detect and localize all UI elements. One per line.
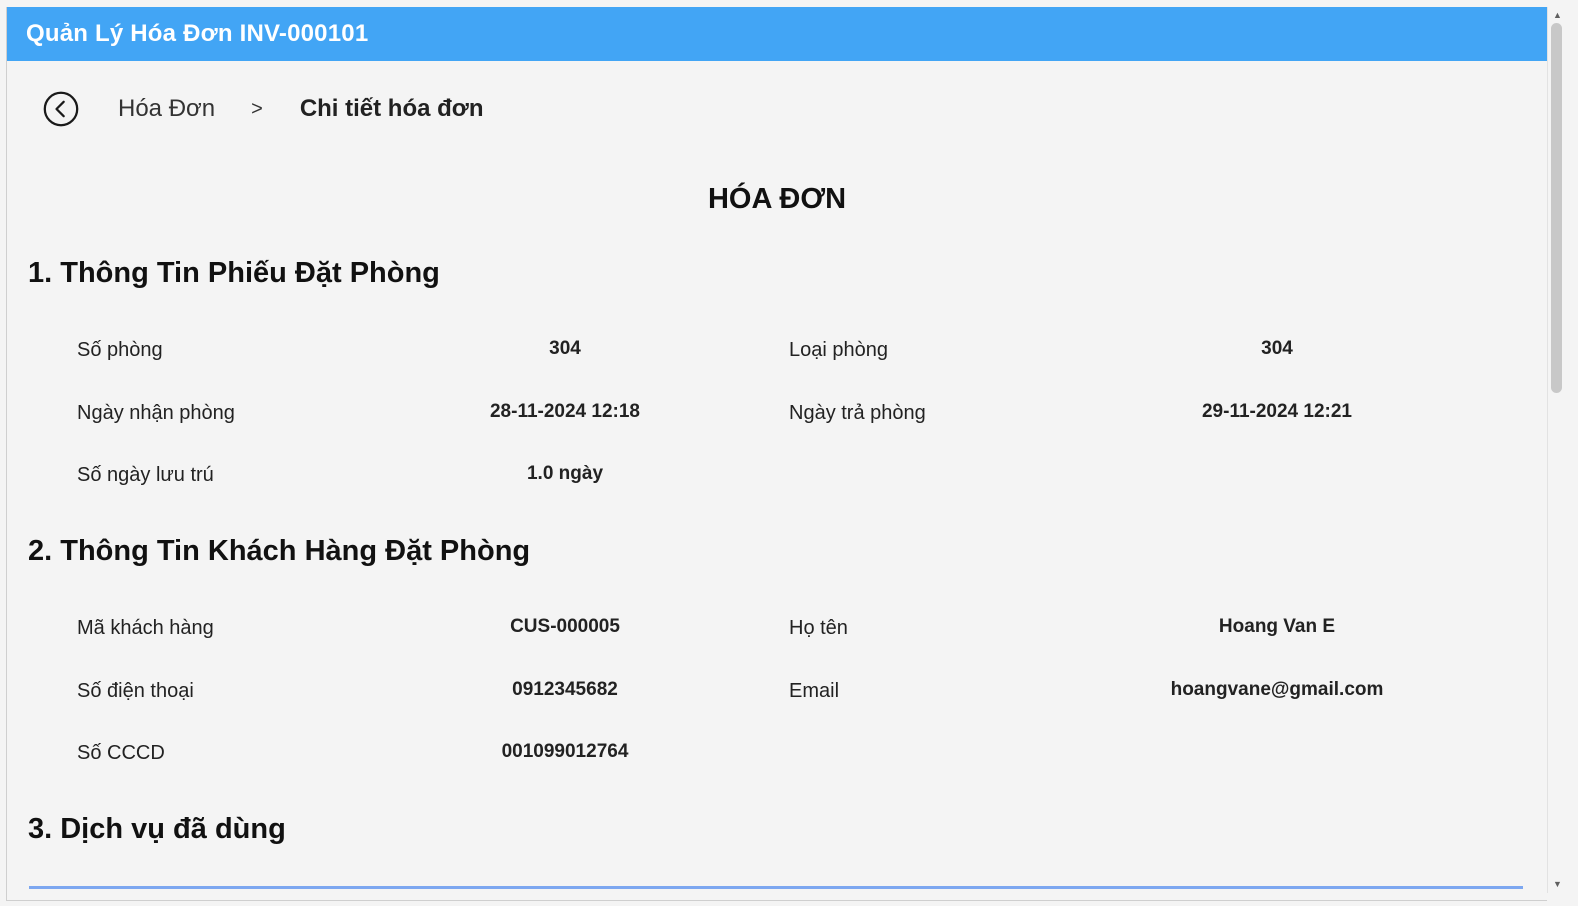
invoice-heading: HÓA ĐƠN — [707, 183, 847, 215]
breadcrumb-separator: > — [251, 97, 263, 120]
field-value-check-out: 29-11-2024 12:21 — [1201, 401, 1352, 422]
chevron-left-circle-icon — [43, 91, 79, 127]
breadcrumb: Hóa Đơn > Chi tiết hóa đơn — [43, 89, 484, 129]
field-value-customer-id: CUS-000005 — [510, 616, 620, 637]
services-table-top-border — [29, 886, 1523, 889]
scroll-up-arrow-icon[interactable]: ▲ — [1548, 8, 1567, 22]
field-label-check-out: Ngày trả phòng — [789, 402, 926, 424]
field-value-id-card: 001099012764 — [501, 741, 629, 762]
field-value-email: hoangvane@gmail.com — [1170, 679, 1384, 700]
scrollbar-thumb[interactable] — [1551, 23, 1562, 393]
window-title: Quản Lý Hóa Đơn INV-000101 — [26, 20, 369, 47]
title-bar: Quản Lý Hóa Đơn INV-000101 — [7, 7, 1547, 61]
field-label-room-number: Số phòng — [77, 339, 163, 361]
scroll-down-arrow-icon[interactable]: ▼ — [1548, 877, 1567, 891]
field-value-check-in: 28-11-2024 12:18 — [489, 401, 640, 422]
vertical-scrollbar[interactable]: ▲ ▼ — [1547, 7, 1567, 893]
back-button[interactable] — [43, 91, 79, 127]
field-label-id-card: Số CCCD — [77, 742, 165, 764]
breadcrumb-current: Chi tiết hóa đơn — [299, 95, 484, 122]
field-label-check-in: Ngày nhận phòng — [77, 402, 235, 424]
section-services-title: 3. Dịch vụ đã dùng — [28, 813, 286, 845]
field-label-customer-id: Mã khách hàng — [77, 617, 214, 639]
breadcrumb-parent-link[interactable]: Hóa Đơn — [118, 95, 215, 123]
field-value-stay-days: 1.0 ngày — [526, 463, 604, 484]
invoice-window: Quản Lý Hóa Đơn INV-000101 Hóa Đơn > Chi… — [6, 7, 1547, 901]
field-value-room-number: 304 — [549, 338, 581, 359]
field-label-stay-days: Số ngày lưu trú — [77, 464, 214, 486]
field-value-room-type: 304 — [1261, 338, 1293, 359]
field-label-phone: Số điện thoại — [77, 680, 194, 702]
section-booking-info-title: 1. Thông Tin Phiếu Đặt Phòng — [28, 257, 440, 289]
section-customer-info-title: 2. Thông Tin Khách Hàng Đặt Phòng — [28, 535, 531, 567]
field-label-email: Email — [789, 680, 840, 702]
field-value-full-name: Hoang Van E — [1218, 616, 1336, 637]
field-value-phone: 0912345682 — [512, 679, 618, 700]
field-label-room-type: Loại phòng — [789, 339, 888, 361]
field-label-full-name: Họ tên — [789, 617, 848, 639]
